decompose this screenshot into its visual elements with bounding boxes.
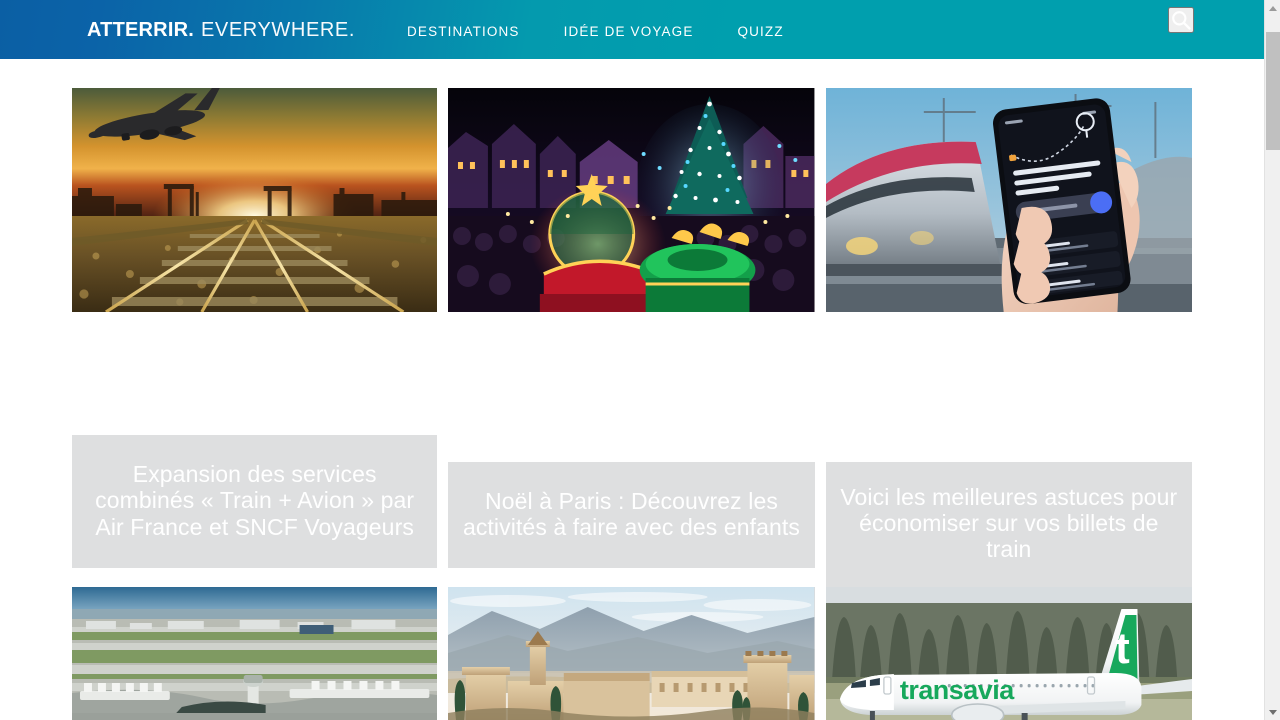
card-title-wrap-3: Voici les meilleures astuces pour économ… <box>825 435 1192 587</box>
second-media-row: t transavia <box>72 587 1192 720</box>
card-astuces-billets <box>825 88 1192 312</box>
artwork-airport-aerial <box>72 587 438 720</box>
card-alhambra <box>448 587 815 720</box>
featured-media-row <box>72 88 1192 312</box>
artwork-alhambra <box>448 587 815 720</box>
svg-text:transavia: transavia <box>900 675 1015 705</box>
artwork-christmas-parade <box>448 88 815 312</box>
card-title-wrap-1: Expansion des services combinés « Train … <box>72 435 438 568</box>
nav-item-quizz[interactable]: QUIZZ <box>715 18 805 45</box>
svg-text:t: t <box>1115 624 1130 673</box>
nav-item-idee-de-voyage[interactable]: IDÉE DE VOYAGE <box>542 18 716 45</box>
main-navigation: DESTINATIONS IDÉE DE VOYAGE QUIZZ <box>407 15 806 45</box>
card-title-astuces-billets[interactable]: Voici les meilleures astuces pour économ… <box>825 462 1192 587</box>
card-train-avion <box>72 88 438 312</box>
featured-titles-row: Expansion des services combinés « Train … <box>72 435 1192 587</box>
logo-atterrir: ATTERRIR. <box>87 18 194 41</box>
card-aeroport <box>72 587 438 720</box>
chevron-up-icon <box>1268 5 1277 11</box>
card-title-train-avion[interactable]: Expansion des services combinés « Train … <box>72 435 438 568</box>
artwork-phone-train <box>825 88 1192 312</box>
artwork-transavia-plane: t transavia <box>825 587 1192 720</box>
chevron-down-icon <box>1268 709 1277 715</box>
scroll-up-arrow[interactable] <box>1265 0 1280 16</box>
thumb-aeroport-aerien[interactable] <box>72 587 438 720</box>
search-icon <box>1170 9 1192 31</box>
main-content: Expansion des services combinés « Train … <box>0 59 1264 720</box>
logo-everywhere: EVERYWHERE. <box>200 18 356 41</box>
card-noel-paris <box>448 88 815 312</box>
thumb-alhambra-grenade[interactable] <box>448 587 815 720</box>
thumb-noel-paris-parade[interactable] <box>448 88 815 312</box>
card-title-wrap-2: Noël à Paris : Découvrez les activités à… <box>448 435 815 568</box>
site-header: ATTERRIR. EVERYWHERE. DESTINATIONS IDÉE … <box>0 0 1264 59</box>
vertical-scrollbar[interactable] <box>1264 0 1280 720</box>
artwork-sunset-rails <box>72 88 438 312</box>
scroll-thumb[interactable] <box>1266 32 1280 150</box>
card-title-noel-paris[interactable]: Noël à Paris : Découvrez les activités à… <box>448 462 815 568</box>
nav-item-destinations[interactable]: DESTINATIONS <box>407 18 542 45</box>
page-root: ATTERRIR. EVERYWHERE. DESTINATIONS IDÉE … <box>0 0 1280 720</box>
search-button[interactable] <box>1168 7 1194 33</box>
smartphone <box>992 98 1131 305</box>
thumb-transavia-avion[interactable]: t transavia <box>825 587 1192 720</box>
site-logo[interactable]: ATTERRIR. EVERYWHERE. <box>87 20 355 40</box>
card-transavia: t transavia <box>825 587 1192 720</box>
scroll-down-arrow[interactable] <box>1265 704 1280 720</box>
thumb-app-billets-train[interactable] <box>825 88 1192 312</box>
thumb-train-avion-sunset[interactable] <box>72 88 438 312</box>
